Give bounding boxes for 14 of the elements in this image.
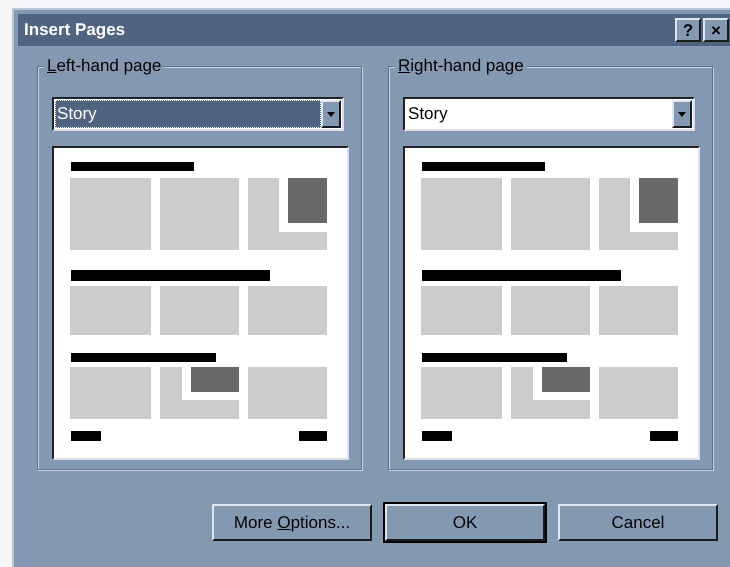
ok-button[interactable]: OK xyxy=(385,504,545,541)
window-title: Insert Pages xyxy=(24,19,126,42)
more-options-button[interactable]: More Options... xyxy=(212,504,372,541)
caret-icon xyxy=(678,112,686,116)
help-button[interactable]: ? xyxy=(675,18,701,42)
layout-dropdown[interactable]: Story xyxy=(52,97,344,131)
caret-icon xyxy=(327,112,335,116)
dropdown-arrow-button[interactable] xyxy=(672,100,692,128)
close-button[interactable]: × xyxy=(703,18,729,42)
group-label: Right-hand page xyxy=(395,56,527,76)
dropdown-arrow-button[interactable] xyxy=(321,100,341,128)
layout-dropdown[interactable]: Story xyxy=(403,97,695,131)
group-label: Left-hand page xyxy=(44,56,164,76)
cancel-button[interactable]: Cancel xyxy=(558,504,718,541)
